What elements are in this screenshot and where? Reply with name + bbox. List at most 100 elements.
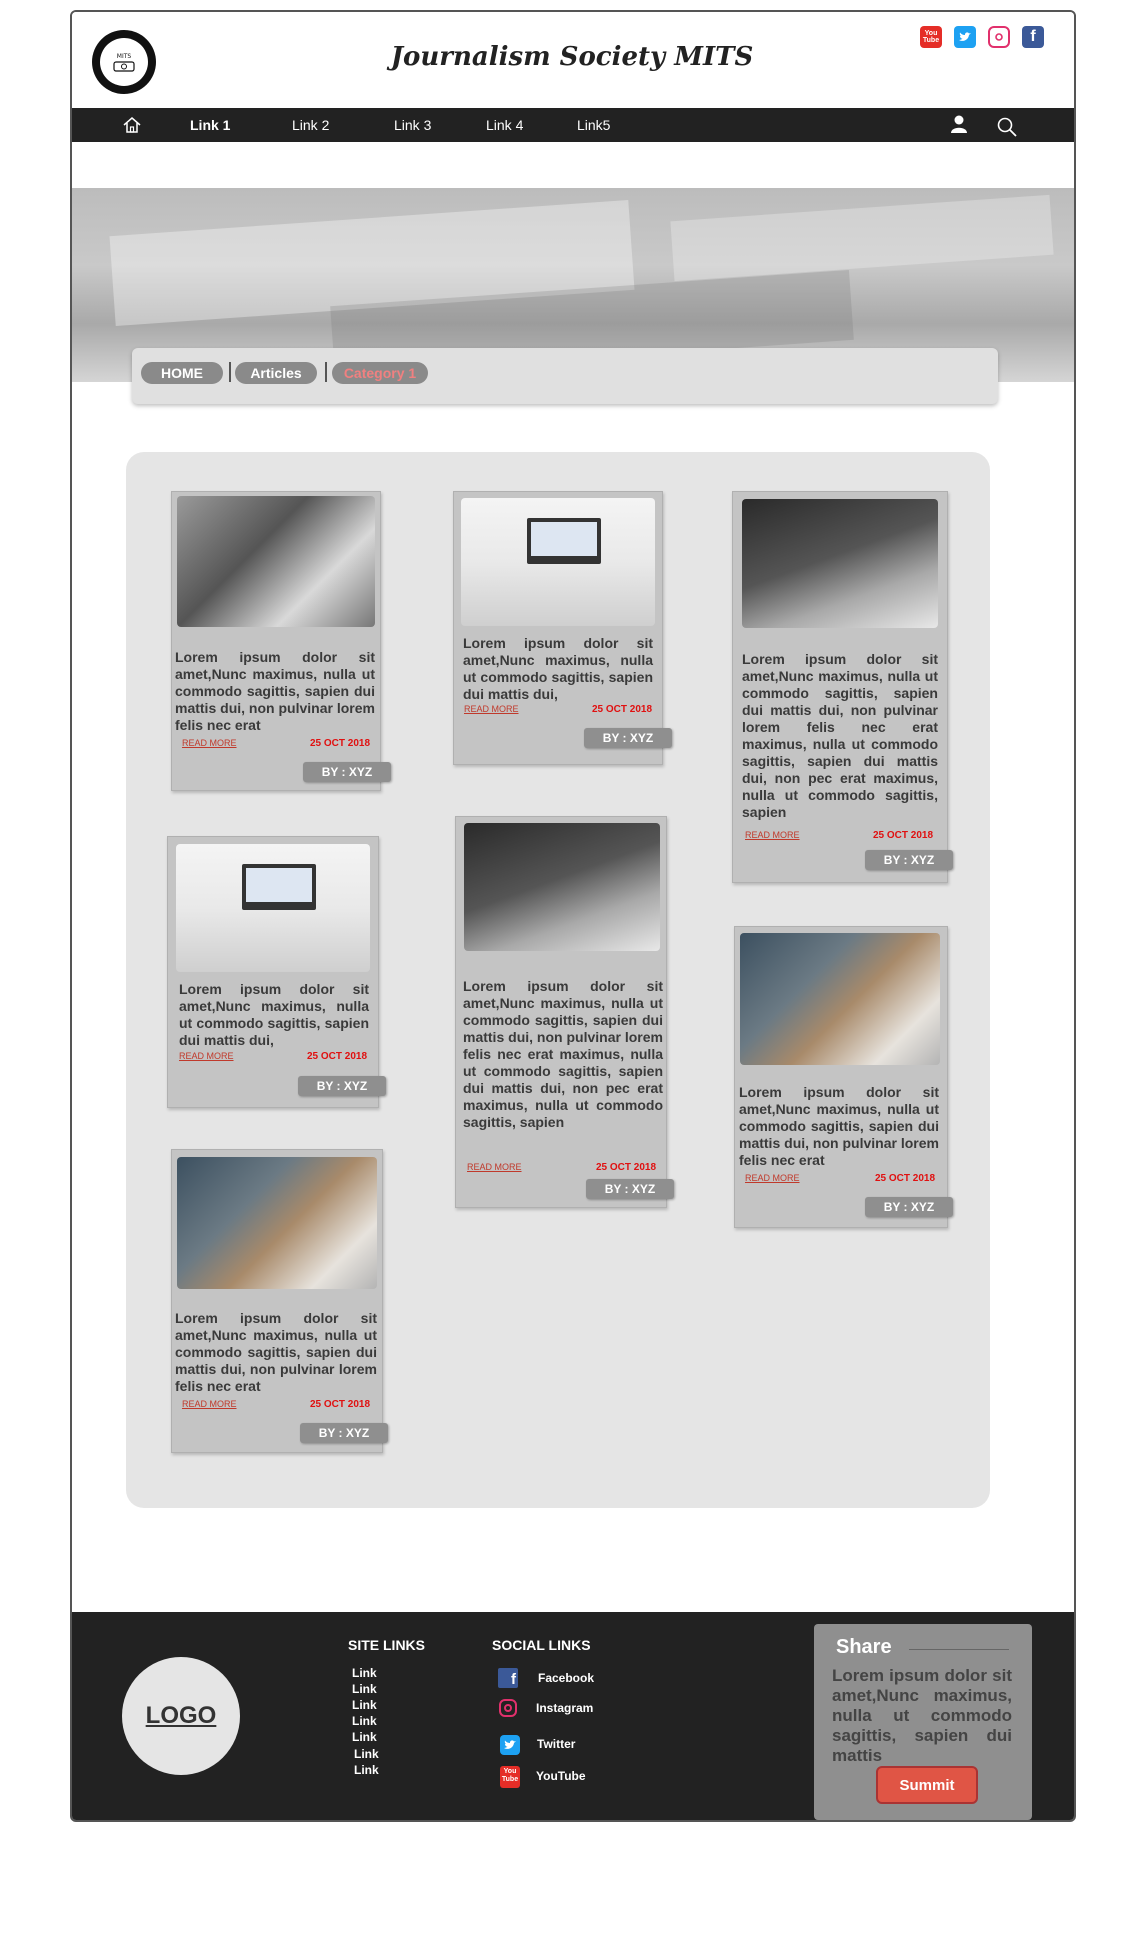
- read-more-link[interactable]: READ MORE: [745, 1173, 800, 1183]
- author-badge: BY : XYZ: [303, 762, 391, 782]
- article-date: 25 OCT 2018: [310, 1399, 371, 1410]
- read-more-link[interactable]: READ MORE: [182, 1399, 237, 1409]
- article-excerpt: Lorem ipsum dolor sit amet,Nunc maximus,…: [742, 651, 938, 820]
- articles-panel: Lorem ipsum dolor sit amet,Nunc maximus,…: [126, 452, 990, 1508]
- footer-social-facebook[interactable]: Facebook: [538, 1671, 594, 1685]
- footer: LOGO SITE LINKS Link Link Link Link Link…: [72, 1612, 1074, 1820]
- user-icon[interactable]: [949, 114, 969, 134]
- submit-button[interactable]: Summit: [876, 1766, 978, 1804]
- article-date: 25 OCT 2018: [596, 1162, 657, 1173]
- footer-site-link[interactable]: Link: [352, 1730, 377, 1744]
- share-title: Share: [836, 1636, 892, 1658]
- camera-icon: [113, 60, 135, 72]
- site-logo[interactable]: MITS: [92, 30, 156, 94]
- footer-social-instagram[interactable]: Instagram: [536, 1701, 593, 1715]
- author-badge: BY : XYZ: [584, 728, 672, 748]
- site-title: Journalism Society MITS: [390, 42, 754, 72]
- article-excerpt: Lorem ipsum dolor sit amet,Nunc maximus,…: [175, 649, 375, 733]
- article-image: [464, 823, 660, 951]
- read-more-link[interactable]: READ MORE: [464, 704, 519, 714]
- article-card[interactable]: Lorem ipsum dolor sit amet,Nunc maximus,…: [732, 491, 953, 883]
- youtube-icon[interactable]: You Tube: [500, 1766, 520, 1788]
- hero-paper-shape: [670, 194, 1054, 282]
- article-date: 25 OCT 2018: [875, 1173, 936, 1184]
- footer-logo[interactable]: LOGO: [122, 1657, 240, 1775]
- article-image: [461, 498, 655, 626]
- footer-site-link[interactable]: Link: [352, 1698, 377, 1712]
- social-links-heading: SOCIAL LINKS: [492, 1637, 591, 1653]
- share-text: Lorem ipsum dolor sit amet,Nunc maximus,…: [832, 1666, 1012, 1765]
- share-divider: [909, 1649, 1009, 1650]
- logo-text: MITS: [116, 52, 132, 60]
- nav-link-4[interactable]: Link 4: [486, 117, 523, 133]
- author-badge: BY : XYZ: [586, 1179, 674, 1199]
- twitter-icon[interactable]: [500, 1735, 520, 1755]
- article-excerpt: Lorem ipsum dolor sit amet,Nunc maximus,…: [179, 981, 369, 1048]
- article-image: [740, 933, 940, 1065]
- facebook-icon[interactable]: f: [498, 1668, 518, 1688]
- nav-link-2[interactable]: Link 2: [292, 117, 329, 133]
- author-badge: BY : XYZ: [865, 1197, 953, 1217]
- footer-site-link[interactable]: Link: [352, 1666, 377, 1680]
- breadcrumb: HOME Articles Category 1: [132, 348, 998, 404]
- article-card[interactable]: Lorem ipsum dolor sit amet,Nunc maximus,…: [455, 816, 674, 1208]
- youtube-icon[interactable]: You Tube: [920, 26, 942, 48]
- author-badge: BY : XYZ: [865, 850, 953, 870]
- instagram-icon[interactable]: [499, 1699, 517, 1717]
- instagram-lens-icon: [995, 33, 1003, 41]
- article-image: [742, 499, 938, 628]
- read-more-link[interactable]: READ MORE: [467, 1162, 522, 1172]
- twitter-icon[interactable]: [954, 26, 976, 48]
- article-excerpt: Lorem ipsum dolor sit amet,Nunc maximus,…: [175, 1310, 377, 1394]
- twitter-bird-icon: [959, 32, 971, 41]
- breadcrumb-separator: [325, 362, 327, 382]
- logo-inner: MITS: [100, 38, 148, 86]
- home-icon[interactable]: [122, 115, 142, 135]
- article-date: 25 OCT 2018: [310, 738, 371, 749]
- article-card[interactable]: Lorem ipsum dolor sit amet,Nunc maximus,…: [734, 926, 953, 1228]
- article-date: 25 OCT 2018: [873, 830, 934, 841]
- nav-link-5[interactable]: Link5: [577, 117, 610, 133]
- footer-site-link[interactable]: Link: [352, 1714, 377, 1728]
- breadcrumb-category[interactable]: Category 1: [332, 362, 428, 384]
- nav-link-3[interactable]: Link 3: [394, 117, 431, 133]
- read-more-link[interactable]: READ MORE: [745, 830, 800, 840]
- main-nav: Link 1 Link 2 Link 3 Link 4 Link5: [72, 108, 1074, 142]
- footer-social-twitter[interactable]: Twitter: [537, 1737, 575, 1751]
- header: MITS Journalism Society MITS You Tube f: [72, 12, 1074, 108]
- share-box: Share Lorem ipsum dolor sit amet,Nunc ma…: [814, 1624, 1032, 1820]
- instagram-lens-icon: [504, 1704, 512, 1712]
- article-card[interactable]: Lorem ipsum dolor sit amet,Nunc maximus,…: [171, 1149, 388, 1453]
- article-card[interactable]: Lorem ipsum dolor sit amet,Nunc maximus,…: [167, 836, 386, 1108]
- footer-site-link[interactable]: Link: [354, 1747, 379, 1761]
- footer-site-link[interactable]: Link: [352, 1682, 377, 1696]
- facebook-icon[interactable]: f: [1022, 26, 1044, 48]
- read-more-link[interactable]: READ MORE: [179, 1051, 234, 1061]
- article-date: 25 OCT 2018: [592, 704, 653, 715]
- footer-social-youtube[interactable]: YouTube: [536, 1769, 586, 1783]
- article-excerpt: Lorem ipsum dolor sit amet,Nunc maximus,…: [463, 635, 653, 702]
- page-frame: MITS Journalism Society MITS You Tube f …: [70, 10, 1076, 1822]
- breadcrumb-articles[interactable]: Articles: [235, 362, 317, 384]
- breadcrumb-separator: [229, 362, 231, 382]
- footer-site-link[interactable]: Link: [354, 1763, 379, 1777]
- article-date: 25 OCT 2018: [307, 1051, 368, 1062]
- read-more-link[interactable]: READ MORE: [182, 738, 237, 748]
- search-icon[interactable]: [996, 116, 1018, 138]
- instagram-icon[interactable]: [988, 26, 1010, 48]
- breadcrumb-home[interactable]: HOME: [141, 362, 223, 384]
- site-links-heading: SITE LINKS: [348, 1637, 426, 1653]
- article-image: [177, 1157, 377, 1289]
- header-social-icons: You Tube f: [920, 26, 1044, 48]
- article-excerpt: Lorem ipsum dolor sit amet,Nunc maximus,…: [739, 1084, 939, 1168]
- article-card[interactable]: Lorem ipsum dolor sit amet,Nunc maximus,…: [453, 491, 672, 765]
- author-badge: BY : XYZ: [300, 1423, 388, 1443]
- article-card[interactable]: Lorem ipsum dolor sit amet,Nunc maximus,…: [171, 491, 391, 791]
- article-image: [176, 844, 370, 972]
- author-badge: BY : XYZ: [298, 1076, 386, 1096]
- monitor-screen-shape: [531, 522, 597, 556]
- monitor-screen-shape: [246, 868, 312, 902]
- nav-link-1[interactable]: Link 1: [190, 117, 230, 133]
- article-excerpt: Lorem ipsum dolor sit amet,Nunc maximus,…: [463, 978, 663, 1130]
- twitter-bird-icon: [504, 1740, 516, 1749]
